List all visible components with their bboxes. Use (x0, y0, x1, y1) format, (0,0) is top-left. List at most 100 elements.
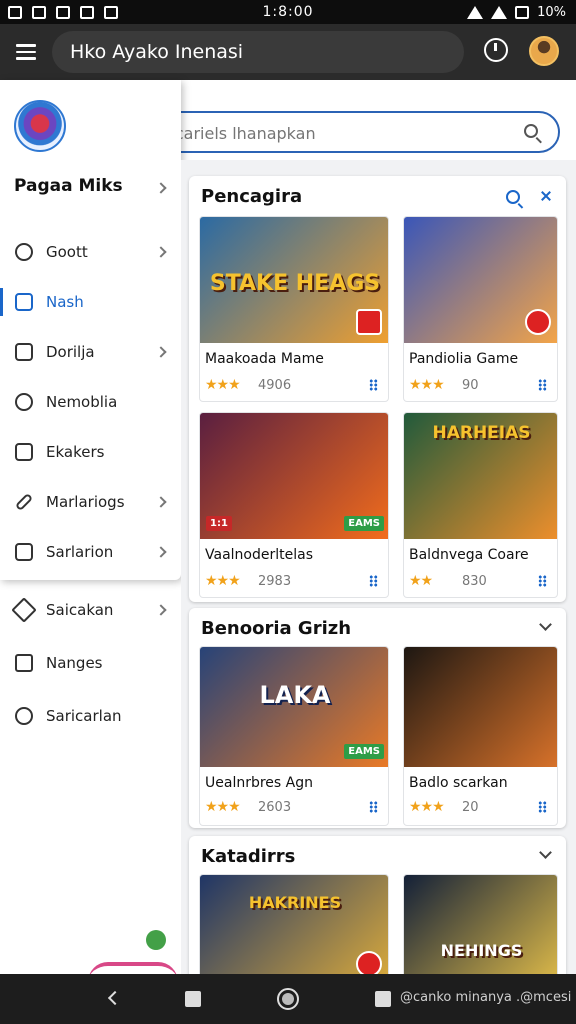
game-name: Maakoada Mame (205, 351, 324, 367)
wifi-icon (467, 5, 484, 19)
play-icon[interactable] (525, 309, 551, 335)
overview-icon[interactable] (185, 991, 201, 1007)
game-name: Badlo scarkan (409, 775, 508, 791)
rating-count: 2603 (258, 800, 292, 815)
back-icon[interactable] (107, 990, 123, 1006)
game-artwork: LAKA EAMS (200, 647, 388, 767)
document-icon (15, 343, 33, 361)
game-card[interactable]: HAKRINES (199, 874, 389, 974)
right-badge: EAMS (344, 516, 384, 531)
rating-count: 20 (462, 800, 479, 815)
section-card: Benooria Grizh LAKA EAMS Uealnrbres Agn … (189, 608, 566, 828)
more-icon[interactable] (369, 801, 378, 813)
pencil-icon (14, 492, 34, 512)
rating-stars: ★★★ (205, 573, 241, 589)
avatar[interactable] (529, 36, 559, 66)
recents-icon[interactable] (375, 991, 391, 1007)
more-icon[interactable] (538, 379, 547, 391)
play-icon[interactable] (356, 951, 382, 974)
art-title: NEHINGS (440, 941, 523, 960)
drawer-item-marlariogs[interactable]: Marlariogs (0, 480, 181, 524)
left-badge: 1:1 (206, 516, 232, 531)
menu-item-saricarlan[interactable]: Saricarlan (0, 694, 181, 738)
section-card: Pencagira STAKE HEAGS Maakoada Mame ★★★ … (189, 176, 566, 602)
navigation-bar: @canko minanya .@mcesi (0, 974, 576, 1024)
menu-item-nanges[interactable]: Nanges (0, 641, 181, 685)
search-icon[interactable] (506, 190, 520, 204)
more-icon[interactable] (538, 575, 547, 587)
art-title: HAKRINES (248, 893, 342, 912)
game-card[interactable]: NEHINGS (403, 874, 558, 974)
history-icon[interactable] (484, 38, 508, 62)
navigation-drawer: Pagaa Miks Goott Nash Dorilja Nemoblia E… (0, 80, 181, 580)
search-submit-icon[interactable] (524, 124, 538, 138)
rating-count: 90 (462, 378, 479, 393)
online-indicator-icon (146, 930, 166, 950)
drawer-item-dorilja[interactable]: Dorilja (0, 330, 181, 374)
art-title: HARHEIAS (432, 423, 531, 443)
game-card[interactable]: Pandiolia Game ★★★ 90 (403, 216, 558, 402)
app-logo (14, 100, 66, 152)
drawer-item-nemoblia[interactable]: Nemoblia (0, 380, 181, 424)
signal-icon (491, 5, 508, 19)
more-icon[interactable] (369, 575, 378, 587)
drawer-item-label: Goott (46, 243, 88, 261)
chevron-right-icon (155, 496, 167, 508)
home-icon[interactable] (277, 988, 299, 1010)
game-name: Vaalnoderltelas (205, 547, 313, 563)
play-icon[interactable] (356, 309, 382, 335)
drawer-item-label: Ekakers (46, 443, 105, 461)
drawer-item-label: Dorilja (46, 343, 95, 361)
game-artwork (404, 217, 557, 343)
more-icon[interactable] (369, 379, 378, 391)
edit-icon (15, 654, 33, 672)
rating-count: 2983 (258, 574, 292, 589)
rating-stars: ★★★ (205, 799, 241, 815)
clock-icon (15, 393, 33, 411)
game-card[interactable]: HARHEIAS Baldnvega Coare ★★ 830 (403, 412, 558, 598)
menu-item-label: Saricarlan (46, 707, 122, 725)
game-card[interactable]: STAKE HEAGS Maakoada Mame ★★★ 4906 (199, 216, 389, 402)
content-area: Pencagira STAKE HEAGS Maakoada Mame ★★★ … (181, 160, 576, 974)
game-card[interactable]: Badlo scarkan ★★★ 20 (403, 646, 558, 826)
game-artwork: HAKRINES (200, 875, 388, 974)
menu-item-label: Nanges (46, 654, 103, 672)
chevron-right-icon[interactable] (155, 182, 167, 194)
right-badge: EAMS (344, 744, 384, 759)
heart-icon (11, 597, 37, 623)
chevron-down-icon[interactable] (539, 618, 552, 631)
app-bar: Hko Ayako Inenasi (0, 24, 576, 80)
menu-icon[interactable] (0, 24, 52, 80)
menu-item-label: Saicakan (46, 601, 114, 619)
info-icon (15, 243, 33, 261)
chevron-right-icon (155, 246, 167, 258)
drawer-item-nash[interactable]: Nash (0, 280, 181, 324)
chevron-down-icon[interactable] (539, 846, 552, 859)
game-artwork: STAKE HEAGS (200, 217, 388, 343)
chevron-right-icon (155, 604, 167, 616)
close-icon[interactable] (540, 190, 552, 202)
drawer-item-label: Nash (46, 293, 84, 311)
grid-icon (15, 293, 33, 311)
drawer-item-ekakers[interactable]: Ekakers (0, 430, 181, 474)
game-card[interactable]: LAKA EAMS Uealnrbres Agn ★★★ 2603 (199, 646, 389, 826)
section-title: Benooria Grizh (201, 618, 352, 639)
drawer-item-goott[interactable]: Goott (0, 230, 181, 274)
game-artwork: NEHINGS (404, 875, 557, 974)
menu-item-saicakan[interactable]: Saicakan (0, 588, 181, 632)
rating-stars: ★★★ (409, 799, 445, 815)
chevron-right-icon (155, 546, 167, 558)
drawer-item-sarlarion[interactable]: Sarlarion (0, 530, 181, 574)
rating-stars: ★★★ (205, 377, 241, 393)
more-icon[interactable] (538, 801, 547, 813)
game-artwork: HARHEIAS (404, 413, 557, 539)
info-icon (15, 707, 33, 725)
game-card[interactable]: 1:1 EAMS Vaalnoderltelas ★★★ 2983 (199, 412, 389, 598)
game-name: Uealnrbres Agn (205, 775, 313, 791)
app-title[interactable]: Hko Ayako Inenasi (52, 31, 464, 73)
watermark-text: @canko minanya .@mcesi (400, 990, 572, 1005)
chevron-right-icon (155, 346, 167, 358)
section-title: Katadirrs (201, 846, 296, 867)
rating-stars: ★★ (409, 573, 433, 589)
search-input[interactable] (146, 121, 506, 145)
